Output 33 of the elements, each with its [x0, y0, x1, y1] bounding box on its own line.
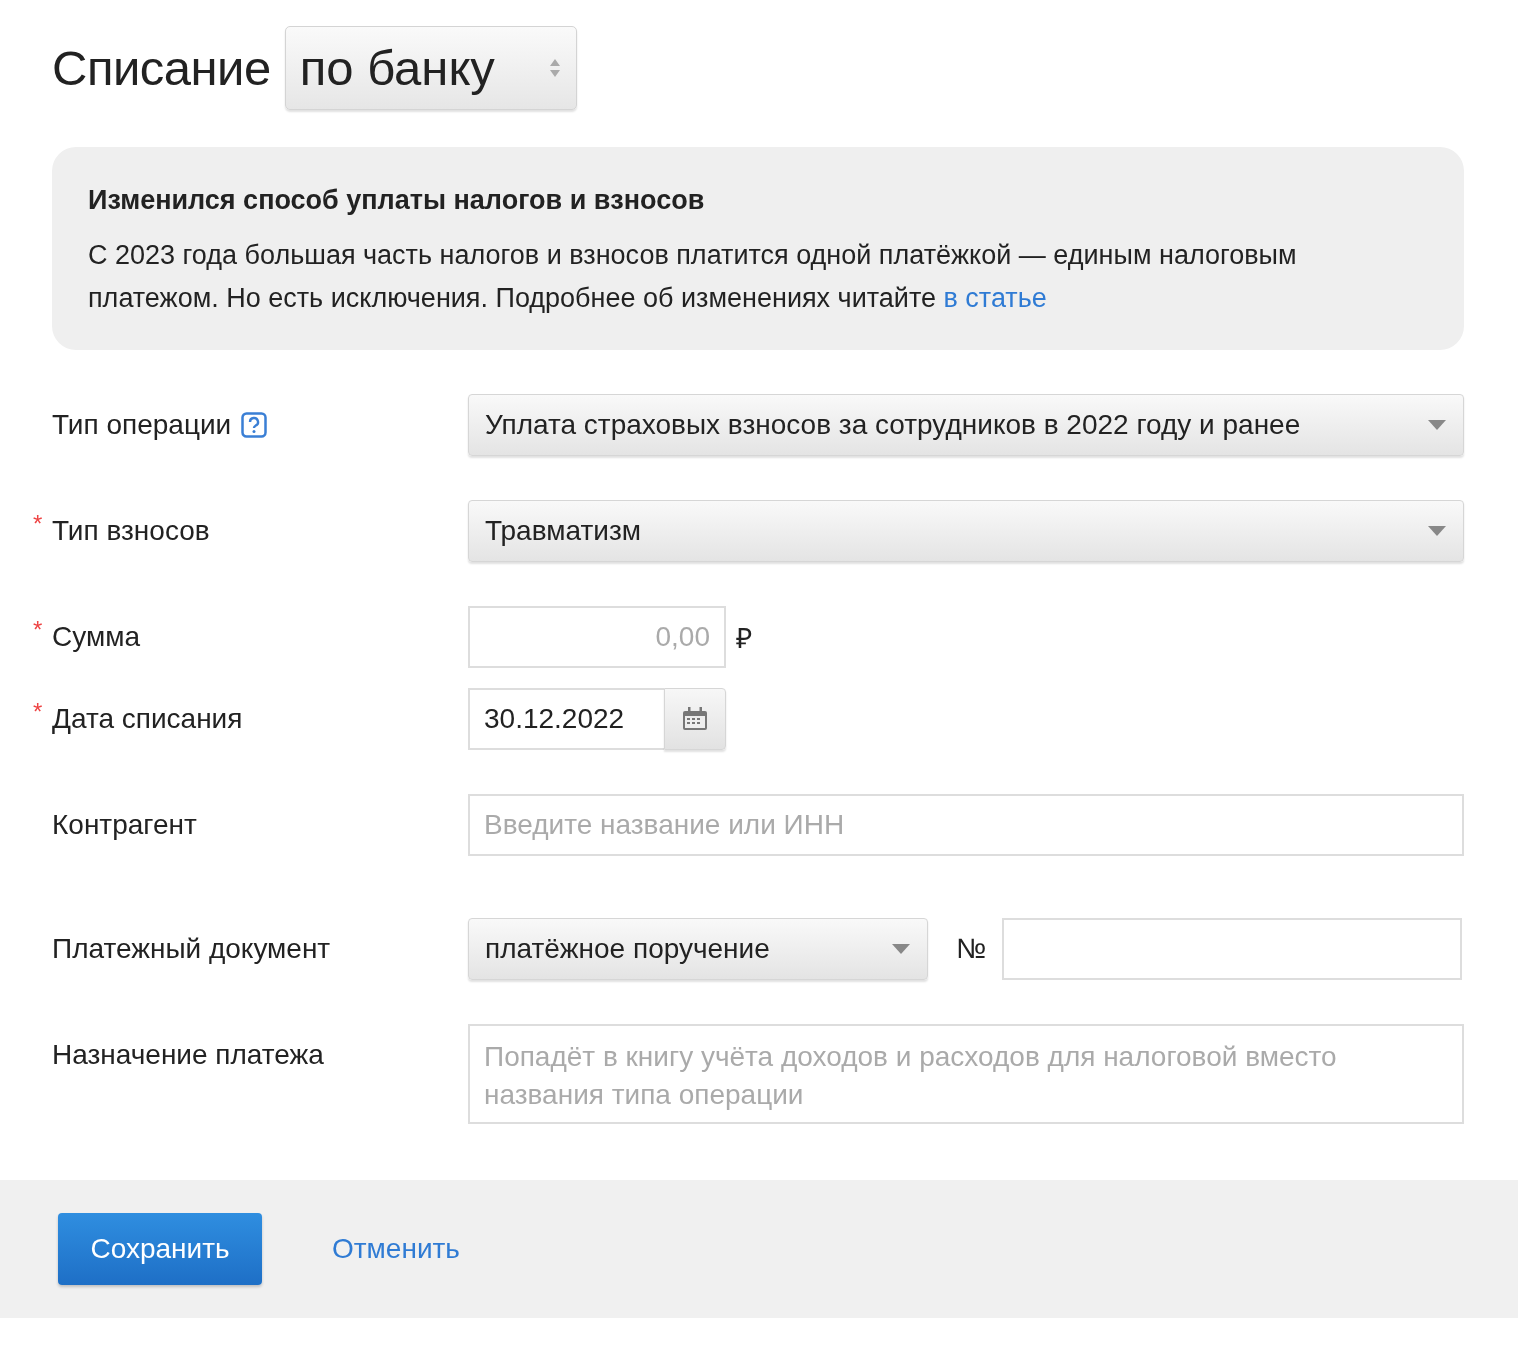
- caret-icon: [891, 943, 911, 955]
- caret-icon: [1427, 419, 1447, 431]
- field-label: Назначение платежа: [52, 1039, 324, 1071]
- page-title: Списание: [52, 40, 271, 96]
- calendar-icon: [682, 707, 708, 731]
- calendar-button[interactable]: [664, 688, 726, 750]
- field-label: Тип взносов: [52, 515, 210, 547]
- field-label: Дата списания: [52, 703, 243, 735]
- dropdown[interactable]: Травматизм: [468, 500, 1464, 562]
- document-type-dropdown[interactable]: платёжное поручение: [468, 918, 928, 980]
- field-label: Сумма: [52, 621, 140, 653]
- document-number-field[interactable]: [1002, 918, 1463, 980]
- mode-select[interactable]: по банку: [284, 26, 577, 110]
- field-label: Контрагент: [52, 809, 197, 841]
- cancel-link[interactable]: Отменить: [332, 1233, 460, 1265]
- caret-icon: [1427, 525, 1447, 537]
- help-icon[interactable]: [241, 412, 268, 438]
- number-label: №: [956, 933, 987, 965]
- required-mark: *: [33, 616, 43, 644]
- currency-sign: ₽: [736, 622, 752, 656]
- article-link[interactable]: в статье: [943, 283, 1047, 313]
- field-label: Тип операции: [52, 409, 232, 441]
- notice-title: Изменился способ уплаты налогов и взносов: [88, 185, 706, 216]
- notice-text: С 2023 года большая часть налогов и взносов платится одной платёжкой — единым налоговым платежом. Но есть исключения. Подробнее об изменениях читайте в статье: [88, 239, 1298, 315]
- required-mark: *: [33, 698, 43, 726]
- required-mark: *: [33, 510, 43, 538]
- dropdown[interactable]: Уплата страховых взносов за сотрудников в 2022 году и ранее: [468, 394, 1464, 456]
- payment-purpose-field[interactable]: Попадёт в книгу учёта доходов и расходов для налоговой вместо названия типа операции: [468, 1024, 1464, 1124]
- date-field[interactable]: 30.12.2022: [468, 688, 664, 750]
- amount-field[interactable]: 0,00: [468, 606, 726, 668]
- save-button[interactable]: Сохранить: [58, 1213, 262, 1285]
- field-label: Платежный документ: [52, 933, 331, 965]
- counterparty-field[interactable]: Введите название или ИНН: [468, 794, 1464, 856]
